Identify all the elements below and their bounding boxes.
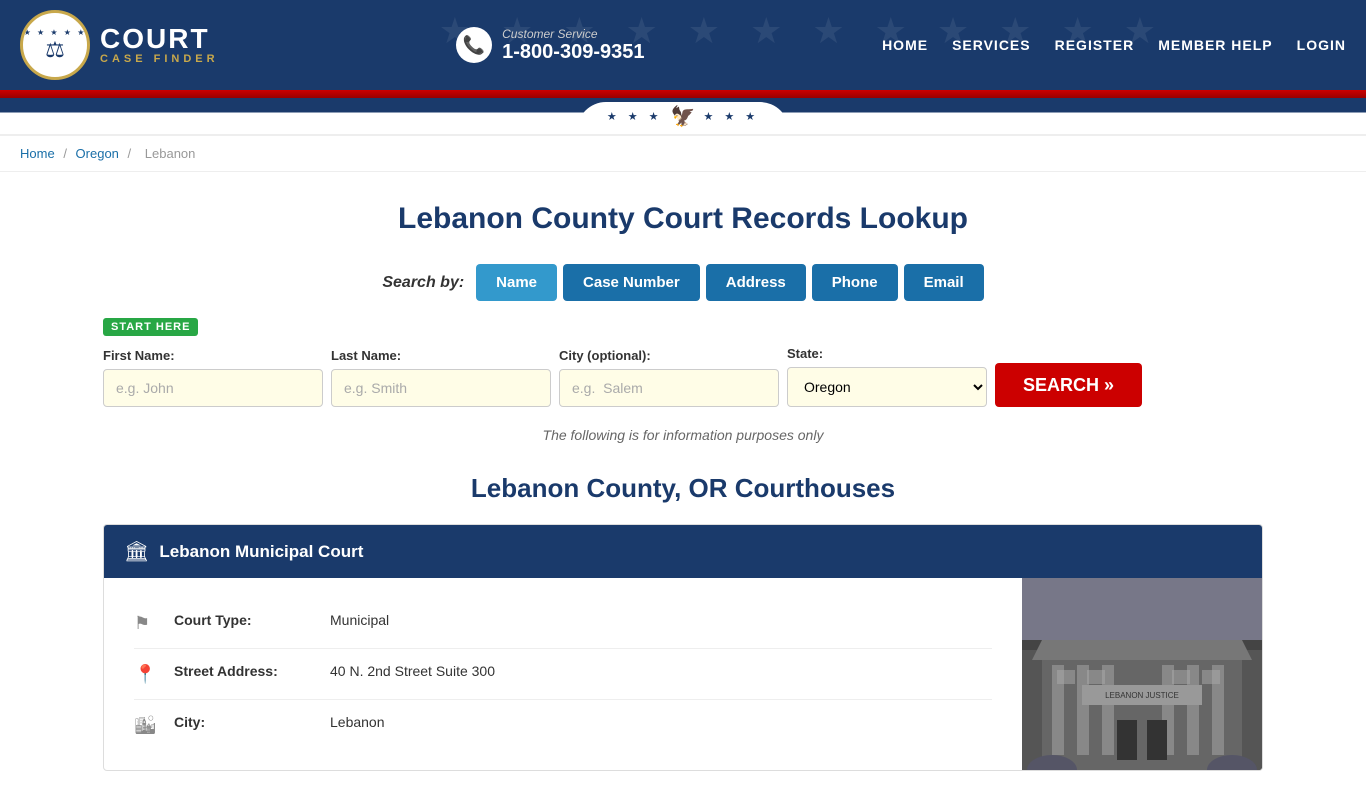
city-icon: 🏙	[134, 715, 158, 736]
courthouse-icon: 🏛	[124, 539, 149, 564]
court-type-label: Court Type:	[174, 612, 314, 628]
address-label: Street Address:	[174, 663, 314, 679]
logo-court-text: COURT	[100, 25, 219, 53]
first-name-input[interactable]	[103, 369, 323, 407]
nav-member-help[interactable]: MEMBER HELP	[1158, 37, 1272, 53]
address-value: 40 N. 2nd Street Suite 300	[330, 663, 495, 679]
courthouse-header: 🏛 Lebanon Municipal Court	[104, 525, 1262, 578]
start-here-badge: START HERE	[103, 318, 198, 336]
logo-icon: ⚖	[45, 37, 65, 63]
customer-service: 📞 Customer Service 1-800-309-9351	[456, 27, 644, 64]
cs-label: Customer Service	[502, 27, 644, 41]
address-row: 📍 Street Address: 40 N. 2nd Street Suite…	[134, 649, 992, 700]
site-header: ★ ★ ★ ★ ★ ⚖ COURT CASE FINDER 📞 Customer…	[0, 0, 1366, 90]
state-label: State:	[787, 346, 987, 361]
eagle-stars-right: ★ ★ ★	[703, 110, 759, 123]
court-type-value: Municipal	[330, 612, 389, 628]
logo-case-finder-text: CASE FINDER	[100, 53, 219, 65]
state-group: State: Oregon Alabama Alaska Arizona Ark…	[787, 346, 987, 407]
tab-email[interactable]: Email	[904, 264, 984, 301]
breadcrumb-home[interactable]: Home	[20, 146, 55, 161]
state-select[interactable]: Oregon Alabama Alaska Arizona Arkansas C…	[787, 367, 987, 407]
nav-login[interactable]: LOGIN	[1297, 37, 1346, 53]
nav-services[interactable]: SERVICES	[952, 37, 1031, 53]
breadcrumb-city: Lebanon	[145, 146, 196, 161]
search-by-row: Search by: Name Case Number Address Phon…	[103, 264, 1263, 301]
city-row: 🏙 City: Lebanon	[134, 700, 992, 750]
nav-home[interactable]: HOME	[882, 37, 928, 53]
court-type-icon: ⚑	[134, 613, 158, 634]
courthouse-image: LEBANON JUSTICE	[1022, 578, 1262, 770]
breadcrumb-sep-1: /	[63, 146, 70, 161]
city-label: City (optional):	[559, 348, 779, 363]
first-name-label: First Name:	[103, 348, 323, 363]
tab-case-number[interactable]: Case Number	[563, 264, 700, 301]
city-value: Lebanon	[330, 714, 385, 730]
address-icon: 📍	[134, 664, 158, 685]
logo-emblem: ★ ★ ★ ★ ★ ⚖	[20, 10, 90, 80]
courthouses-title: Lebanon County, OR Courthouses	[103, 473, 1263, 504]
tab-address[interactable]: Address	[706, 264, 806, 301]
main-content: Lebanon County Court Records Lookup Sear…	[83, 172, 1283, 801]
first-name-group: First Name:	[103, 348, 323, 407]
search-form: First Name: Last Name: City (optional): …	[103, 346, 1263, 407]
city-input[interactable]	[559, 369, 779, 407]
eagle-banner: ★ ★ ★ 🦅 ★ ★ ★	[0, 98, 1366, 136]
logo-stars: ★ ★ ★ ★ ★	[24, 28, 87, 37]
breadcrumb-sep-2: /	[128, 146, 135, 161]
breadcrumb: Home / Oregon / Lebanon	[0, 136, 1366, 172]
banner-strip	[0, 90, 1366, 98]
breadcrumb-state[interactable]: Oregon	[76, 146, 119, 161]
page-title: Lebanon County Court Records Lookup	[103, 202, 1263, 236]
cs-phone: 1-800-309-9351	[502, 41, 644, 64]
courthouse-name-link[interactable]: Lebanon Municipal Court	[159, 542, 363, 562]
nav-register[interactable]: REGISTER	[1055, 37, 1135, 53]
last-name-group: Last Name:	[331, 348, 551, 407]
courthouse-body: ⚑ Court Type: Municipal 📍 Street Address…	[104, 578, 1262, 770]
eagle-icon: 🦅	[671, 104, 696, 129]
phone-icon: 📞	[456, 27, 492, 63]
city-label: City:	[174, 714, 314, 730]
svg-text:LEBANON JUSTICE: LEBANON JUSTICE	[1105, 691, 1179, 700]
court-type-row: ⚑ Court Type: Municipal	[134, 598, 992, 649]
courthouse-details: ⚑ Court Type: Municipal 📍 Street Address…	[104, 578, 1022, 770]
courthouse-card: 🏛 Lebanon Municipal Court ⚑ Court Type: …	[103, 524, 1263, 771]
main-nav: HOME SERVICES REGISTER MEMBER HELP LOGIN	[882, 37, 1346, 53]
logo-area: ★ ★ ★ ★ ★ ⚖ COURT CASE FINDER	[20, 10, 219, 80]
last-name-input[interactable]	[331, 369, 551, 407]
search-by-label: Search by:	[382, 274, 464, 292]
tab-phone[interactable]: Phone	[812, 264, 898, 301]
search-button[interactable]: SEARCH »	[995, 363, 1142, 407]
tab-name[interactable]: Name	[476, 264, 557, 301]
last-name-label: Last Name:	[331, 348, 551, 363]
city-group: City (optional):	[559, 348, 779, 407]
info-note: The following is for information purpose…	[103, 427, 1263, 443]
eagle-stars-left: ★ ★ ★	[607, 110, 663, 123]
